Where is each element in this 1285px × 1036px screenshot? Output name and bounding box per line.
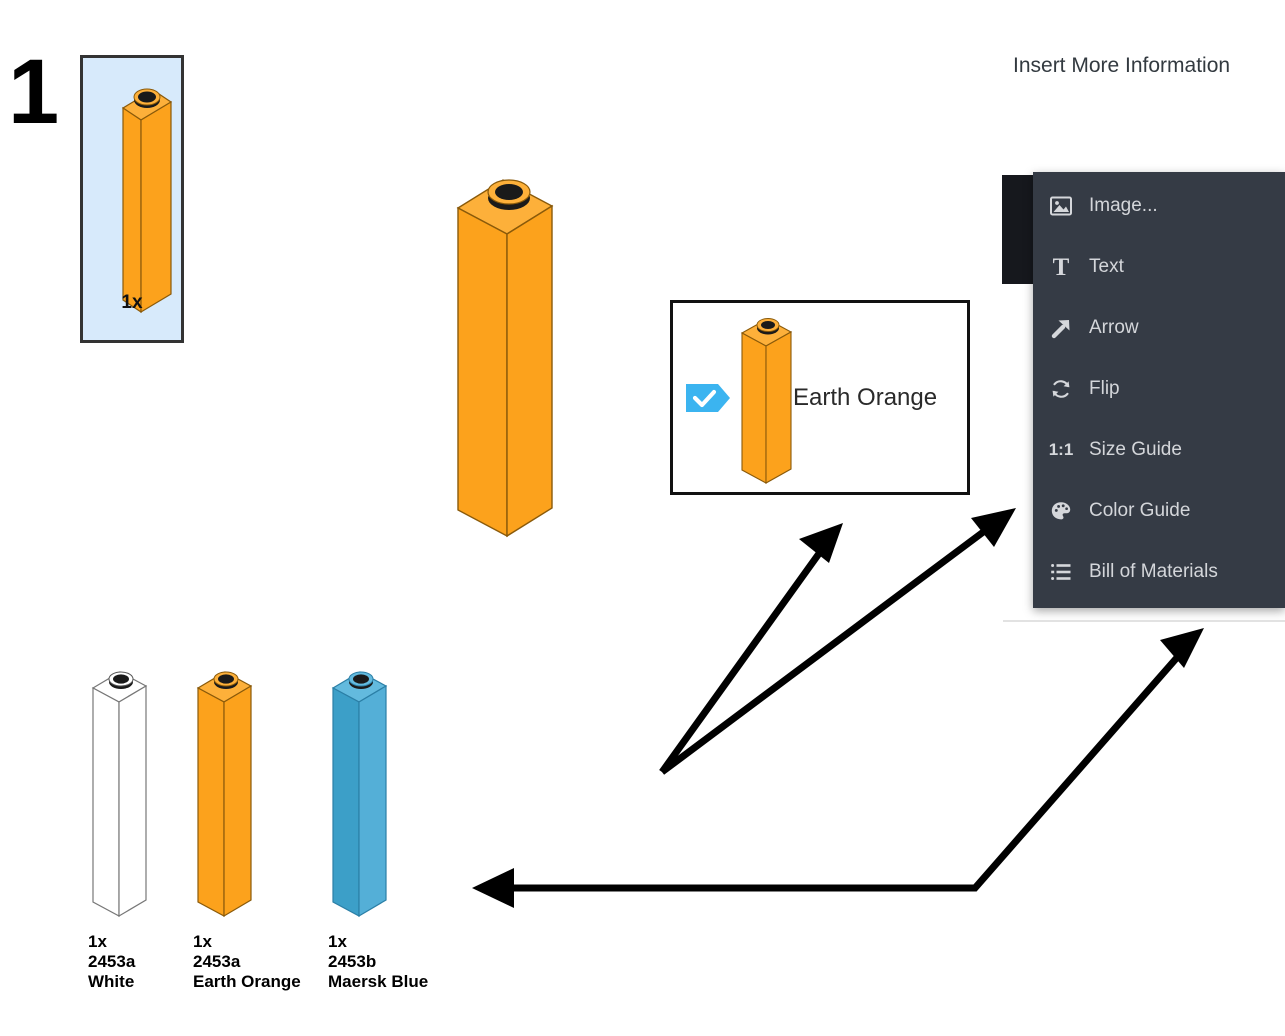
arrow-to-color-guide: [659, 523, 843, 775]
color-guide-brick: [738, 311, 798, 491]
arrow-to-color-guide-menu: [659, 508, 1016, 775]
color-guide-color-name: Earth Orange: [793, 384, 938, 411]
menu-item-flip[interactable]: Flip: [1033, 367, 1285, 411]
menu-item-image[interactable]: Image...: [1033, 184, 1285, 228]
menu-item-label: Size Guide: [1089, 439, 1182, 460]
image-icon: [1033, 195, 1089, 217]
menu-item-label: Color Guide: [1089, 500, 1191, 521]
menu-item-label: Flip: [1089, 378, 1120, 399]
text-icon: T: [1033, 255, 1089, 280]
bom-quantity: 1x: [88, 932, 107, 951]
bom-part-number: 2453a: [88, 952, 136, 971]
flip-icon: [1033, 378, 1089, 400]
bom-item-white[interactable]: 1x 2453a White: [88, 660, 168, 991]
bom-caption: 1x 2453a Earth Orange: [193, 932, 301, 992]
insert-more-information-label: Insert More Information: [1013, 54, 1231, 77]
insert-context-menu[interactable]: Image... T Text Arrow Flip 1:1 Size Guid…: [1033, 172, 1285, 608]
bom-part-number: 2453b: [328, 952, 377, 971]
menu-item-label: Text: [1089, 256, 1124, 277]
size-guide-icon: 1:1: [1033, 440, 1089, 460]
bom-quantity: 1x: [193, 932, 212, 951]
bom-color-name: White: [88, 972, 135, 991]
menu-item-label: Image...: [1089, 195, 1158, 216]
callout-brick-earth-orange: [95, 76, 173, 326]
size-guide-glyph: 1:1: [1048, 440, 1074, 459]
bom-item-maersk-blue[interactable]: 1x 2453b Maersk Blue: [328, 660, 428, 991]
bom-item-earth-orange[interactable]: 1x 2453a Earth Orange: [193, 660, 301, 991]
menu-item-bill-of-materials[interactable]: Bill of Materials: [1033, 550, 1285, 594]
menu-backing-panel: [1002, 175, 1034, 284]
bom-part-number: 2453a: [193, 952, 241, 971]
arrow-icon: [1033, 317, 1089, 339]
menu-item-size-guide[interactable]: 1:1 Size Guide: [1033, 428, 1285, 472]
bom-caption: 1x 2453b Maersk Blue: [328, 932, 428, 992]
menu-item-arrow[interactable]: Arrow: [1033, 306, 1285, 350]
menu-divider: [1003, 620, 1285, 622]
menu-item-color-guide[interactable]: Color Guide: [1033, 489, 1285, 533]
step-number: 1: [8, 41, 59, 143]
bom-quantity: 1x: [328, 932, 347, 951]
color-guide-icon: [1033, 500, 1089, 522]
color-guide-checkbox[interactable]: [686, 382, 732, 414]
arrow-bom-to-menu: [472, 628, 1204, 908]
step-parts-callout[interactable]: 1x: [80, 55, 184, 343]
editor-canvas: 1 1x Insert More Information Image... T …: [0, 0, 1285, 1036]
menu-item-label: Bill of Materials: [1089, 561, 1218, 582]
color-guide-box[interactable]: Earth Orange: [670, 300, 970, 495]
bom-color-name: Maersk Blue: [328, 972, 429, 991]
bill-of-materials-list: 1x 2453a White 1x 2453a Earth Orange 1x …: [88, 660, 488, 1020]
menu-item-text[interactable]: T Text: [1033, 245, 1285, 289]
callout-quantity-label: 1x: [121, 292, 143, 313]
text-glyph: T: [1052, 253, 1070, 281]
bill-of-materials-icon: [1033, 561, 1089, 583]
bom-color-name: Earth Orange: [193, 972, 301, 991]
step-model-brick[interactable]: [452, 168, 562, 548]
menu-item-label: Arrow: [1089, 317, 1139, 338]
bom-caption: 1x 2453a White: [88, 932, 135, 992]
